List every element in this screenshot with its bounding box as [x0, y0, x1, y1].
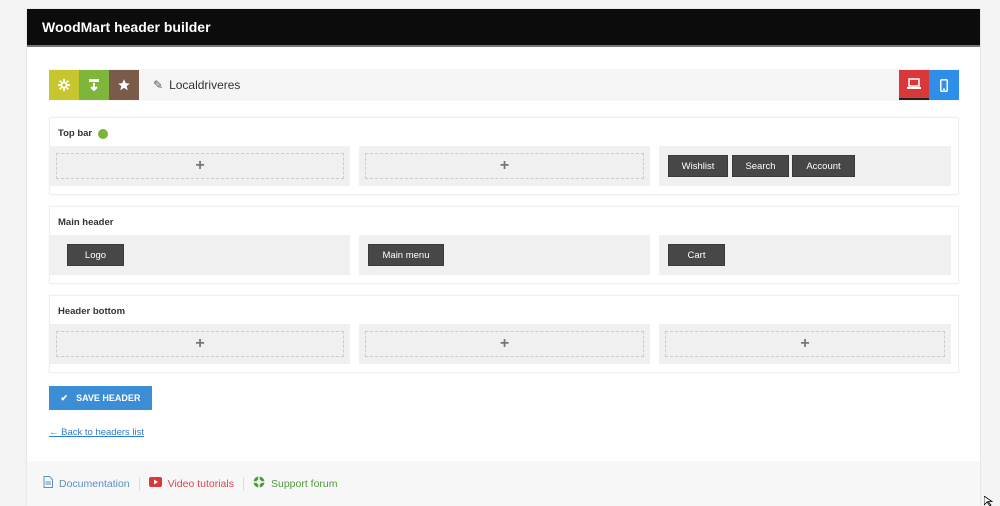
- element-search[interactable]: Search: [732, 155, 789, 177]
- add-element-button[interactable]: +: [56, 331, 344, 357]
- window-title: WoodMart header builder: [27, 9, 980, 47]
- footer: Documentation Video tutorials Support fo…: [27, 461, 980, 506]
- support-forum-link[interactable]: Support forum: [253, 476, 338, 491]
- add-element-button[interactable]: +: [365, 331, 644, 357]
- document-icon: [43, 476, 53, 491]
- import-icon[interactable]: [79, 70, 109, 100]
- add-element-button[interactable]: +: [365, 153, 644, 179]
- element-main-menu[interactable]: Main menu: [368, 244, 444, 266]
- star-icon[interactable]: [109, 70, 139, 100]
- element-cart[interactable]: Cart: [668, 244, 725, 266]
- element-account[interactable]: Account: [792, 155, 855, 177]
- status-dot: [98, 128, 109, 139]
- element-wishlist[interactable]: Wishlist: [668, 155, 728, 177]
- column-left: +: [50, 324, 350, 364]
- column-center: Main menu: [359, 235, 650, 275]
- row-title: Header bottom: [58, 306, 125, 317]
- column-right: Wishlist Search Account: [659, 146, 951, 186]
- row-title-text: Header bottom: [58, 306, 126, 317]
- mouse-cursor-icon: [984, 496, 994, 506]
- row-title-text: Top bar: [58, 128, 93, 139]
- pencil-icon: ✎: [153, 78, 164, 92]
- column-center: +: [359, 324, 650, 364]
- video-tutorials-label: Video tutorials: [167, 477, 234, 490]
- header-name-text: Localdriveres: [169, 78, 241, 92]
- add-element-button[interactable]: +: [665, 331, 945, 357]
- back-to-headers-link[interactable]: ← Back to headers list: [49, 427, 144, 438]
- add-element-button[interactable]: +: [56, 153, 344, 179]
- footer-divider: [242, 476, 244, 491]
- row-header-bottom: Header bottom + + +: [49, 295, 959, 373]
- column-right: +: [659, 324, 951, 364]
- row-main-header: Main header Logo Main menu Cart: [49, 206, 959, 284]
- column-left: +: [50, 146, 350, 186]
- column-center: +: [359, 146, 650, 186]
- mobile-icon[interactable]: [929, 70, 959, 100]
- save-header-button[interactable]: ✔ SAVE HEADER: [49, 386, 152, 410]
- youtube-icon: [148, 477, 162, 490]
- support-forum-label: Support forum: [270, 477, 338, 490]
- desktop-icon[interactable]: [899, 70, 929, 100]
- lifebuoy-icon: [253, 476, 265, 491]
- row-title: Top bar: [58, 128, 109, 139]
- row-title: Main header: [58, 217, 113, 228]
- header-builder-panel: WoodMart header builder ✎ Localdriveres …: [27, 9, 980, 506]
- row-top-bar: Top bar + + Wishlist Search Account: [49, 117, 959, 195]
- gear-icon[interactable]: [49, 70, 79, 100]
- element-logo[interactable]: Logo: [67, 244, 124, 266]
- documentation-label: Documentation: [59, 477, 130, 490]
- save-header-label: SAVE HEADER: [76, 393, 141, 403]
- footer-divider: [138, 476, 140, 491]
- column-left: Logo: [50, 235, 350, 275]
- builder-toolbar: ✎ Localdriveres: [49, 69, 959, 101]
- video-tutorials-link[interactable]: Video tutorials: [148, 477, 234, 490]
- row-title-text: Main header: [58, 217, 114, 228]
- header-name[interactable]: ✎ Localdriveres: [153, 78, 240, 92]
- documentation-link[interactable]: Documentation: [43, 476, 130, 491]
- column-right: Cart: [659, 235, 951, 275]
- check-icon: ✔: [60, 392, 69, 403]
